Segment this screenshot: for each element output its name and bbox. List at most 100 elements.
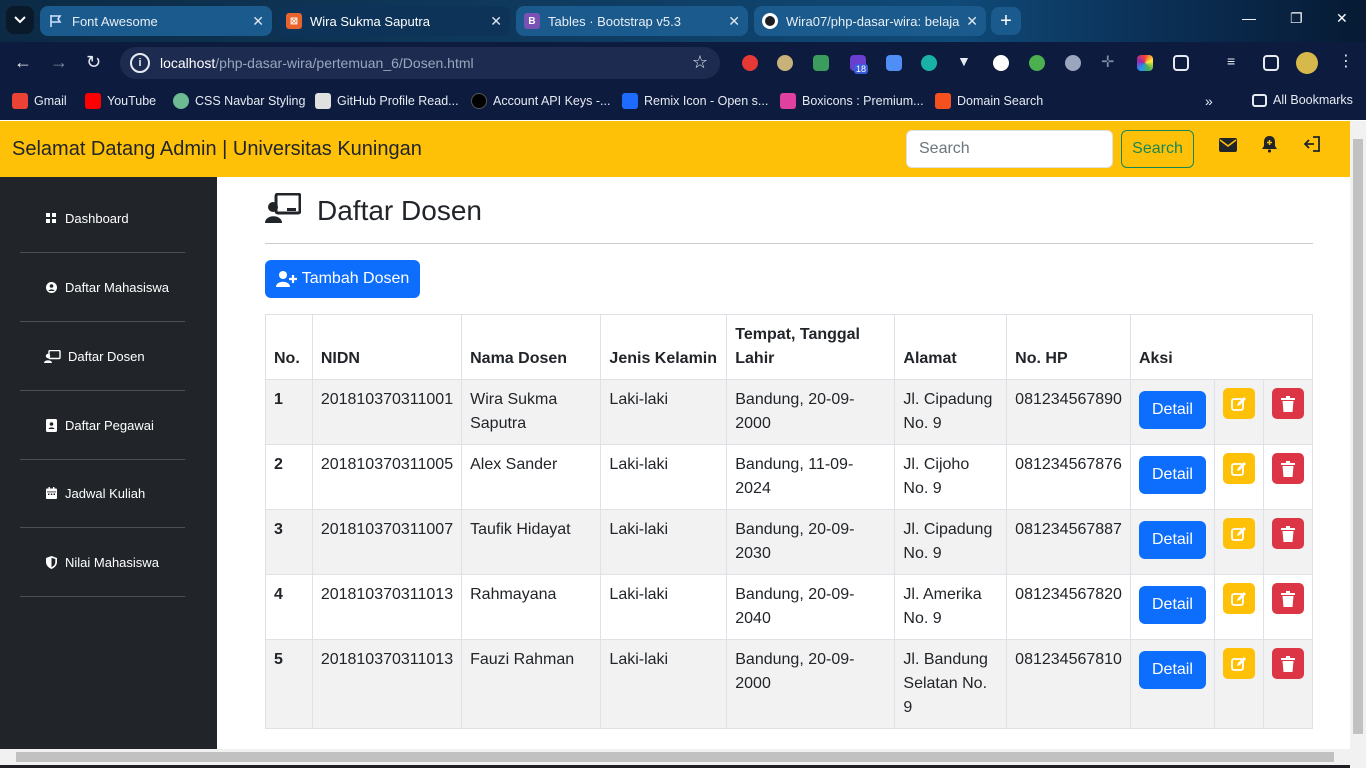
sidebar-item-daftar-pegawai[interactable]: Daftar Pegawai [20, 391, 185, 460]
edit-button[interactable] [1222, 453, 1255, 484]
browser-tab[interactable]: Font Awesome ✕ [40, 6, 272, 36]
edit-button[interactable] [1222, 388, 1255, 419]
delete-button[interactable] [1271, 518, 1304, 549]
browser-menu-icon[interactable]: ⋮ [1338, 51, 1354, 70]
minimize-icon[interactable]: — [1242, 10, 1256, 26]
puzzle-extensions-icon[interactable] [1173, 55, 1189, 71]
cell-nidn: 201810370311005 [311, 444, 463, 510]
tab-search-button[interactable] [6, 6, 34, 34]
horizontal-scroll-thumb[interactable] [16, 752, 1334, 762]
delete-button[interactable] [1271, 648, 1304, 679]
detail-button[interactable]: Detail [1138, 521, 1206, 559]
browser-tab[interactable]: Wira07/php-dasar-wira: belajar ✕ [754, 6, 986, 36]
extension-icon[interactable] [921, 55, 937, 71]
column-header: NIDN [311, 314, 463, 380]
url-input[interactable]: i localhost/php-dasar-wira/pertemuan_6/D… [120, 47, 720, 79]
cell-jenis-kelamin: Laki-laki [600, 509, 728, 575]
gear-extension-icon[interactable] [1065, 55, 1081, 71]
sidebar-item-daftar-dosen[interactable]: Daftar Dosen [20, 322, 185, 391]
all-bookmarks[interactable]: All Bookmarks [1252, 93, 1353, 107]
detail-button[interactable]: Detail [1138, 456, 1206, 494]
user-circle-icon [44, 281, 58, 293]
bootstrap-icon: B [524, 13, 540, 29]
address-bar-row: ← → ↻ i localhost/php-dasar-wira/pertemu… [0, 42, 1366, 84]
close-window-icon[interactable]: ✕ [1336, 10, 1348, 27]
bookmark-gmail[interactable]: Gmail [12, 93, 67, 109]
edit-button[interactable] [1222, 583, 1255, 614]
forward-icon[interactable]: → [50, 52, 68, 72]
back-icon[interactable]: ← [14, 52, 32, 72]
cell-ttl: Bandung, 11-09-2024 [726, 444, 896, 510]
add-dosen-label: Tambah Dosen [301, 270, 410, 287]
logout-icon[interactable] [1303, 135, 1321, 158]
sidebar-item-daftar-mahasiswa[interactable]: Daftar Mahasiswa [20, 253, 185, 322]
bookmark-youtube[interactable]: YouTube [85, 93, 156, 109]
bookmark-boxicons[interactable]: Boxicons : Premium... [780, 93, 924, 109]
horizontal-scrollbar[interactable] [0, 749, 1350, 765]
edit-button[interactable] [1222, 648, 1255, 679]
bookmark-remix-icon[interactable]: Remix Icon - Open s... [622, 93, 768, 109]
site-info-icon[interactable]: i [130, 53, 150, 73]
cell-detail: Detail [1129, 444, 1215, 510]
navbar-brand[interactable]: Selamat Datang Admin | Universitas Kunin… [12, 138, 422, 161]
move-extension-icon[interactable]: ✛ [1101, 52, 1117, 71]
github-icon [762, 13, 778, 29]
add-dosen-button[interactable]: Tambah Dosen [265, 260, 420, 298]
cell-nidn: 201810370311007 [311, 509, 463, 575]
cell-no: 5 [265, 639, 313, 729]
bookmark-star-icon[interactable]: ☆ [692, 52, 708, 73]
trash-icon [1280, 525, 1295, 542]
browser-tab[interactable]: B Tables · Bootstrap v5.3 ✕ [516, 6, 748, 36]
sidebar-item-nilai-mahasiswa[interactable]: Nilai Mahasiswa [20, 528, 185, 597]
cell-jenis-kelamin: Laki-laki [600, 379, 728, 445]
trash-icon [1280, 655, 1295, 672]
new-tab-button[interactable]: + [991, 7, 1021, 35]
bell-plus-icon[interactable] [1261, 135, 1278, 158]
browser-tab-strip: Font Awesome ✕ ⊠ Wira Sukma Saputra ✕ B … [0, 0, 1366, 42]
cell-delete [1262, 574, 1314, 640]
profile-avatar[interactable] [1296, 52, 1318, 74]
bookmark-css-navbar[interactable]: CSS Navbar Styling [173, 93, 305, 109]
search-input[interactable] [906, 130, 1113, 168]
envelope-icon[interactable] [1219, 136, 1237, 157]
restore-icon[interactable]: ❐ [1290, 10, 1303, 27]
media-controls-icon[interactable]: ≡ [1227, 53, 1243, 69]
delete-button[interactable] [1271, 388, 1304, 419]
sidebar-item-dashboard[interactable]: Dashboard [20, 184, 185, 253]
detail-button[interactable]: Detail [1138, 391, 1206, 429]
bookmark-api-keys[interactable]: Account API Keys -... [471, 93, 610, 109]
extension-icon[interactable] [777, 55, 793, 71]
close-tab-icon[interactable]: ✕ [966, 13, 978, 30]
sidebar-item-jadwal-kuliah[interactable]: Jadwal Kuliah [20, 459, 185, 528]
close-tab-icon[interactable]: ✕ [252, 13, 264, 30]
vue-devtools-icon[interactable]: ▼ [957, 53, 973, 69]
search-button[interactable]: Search [1121, 130, 1194, 168]
browser-tab-active[interactable]: ⊠ Wira Sukma Saputra ✕ [278, 6, 510, 36]
docs-extension-icon[interactable] [886, 55, 902, 71]
side-panel-icon[interactable] [1263, 55, 1279, 71]
close-tab-icon[interactable]: ✕ [490, 13, 502, 30]
detail-button[interactable]: Detail [1138, 586, 1206, 624]
column-header: Jenis Kelamin [600, 314, 728, 380]
vertical-scroll-thumb[interactable] [1353, 139, 1363, 734]
edit-button[interactable] [1222, 518, 1255, 549]
divider [265, 243, 1313, 244]
delete-button[interactable] [1271, 453, 1304, 484]
extension-icon[interactable] [813, 55, 829, 71]
calendar-icon [44, 487, 58, 499]
bookmark-github-profile[interactable]: GitHub Profile Read... [315, 93, 459, 109]
cell-detail: Detail [1129, 574, 1215, 640]
adblock-extension-icon[interactable] [742, 55, 758, 71]
plus-extension-icon[interactable] [993, 55, 1009, 71]
delete-button[interactable] [1271, 583, 1304, 614]
detail-button[interactable]: Detail [1138, 651, 1206, 689]
bookmarks-overflow-icon[interactable]: » [1205, 93, 1213, 109]
close-tab-icon[interactable]: ✕ [728, 13, 740, 30]
remix-icon [622, 93, 638, 109]
table-row: 1 201810370311001 Wira Sukma Saputra Lak… [265, 379, 1314, 445]
extension-icon[interactable] [1029, 55, 1045, 71]
bookmark-domain-search[interactable]: Domain Search [935, 93, 1043, 109]
color-picker-extension-icon[interactable] [1137, 55, 1153, 71]
vertical-scrollbar[interactable] [1350, 121, 1366, 749]
reload-icon[interactable]: ↻ [86, 52, 101, 72]
